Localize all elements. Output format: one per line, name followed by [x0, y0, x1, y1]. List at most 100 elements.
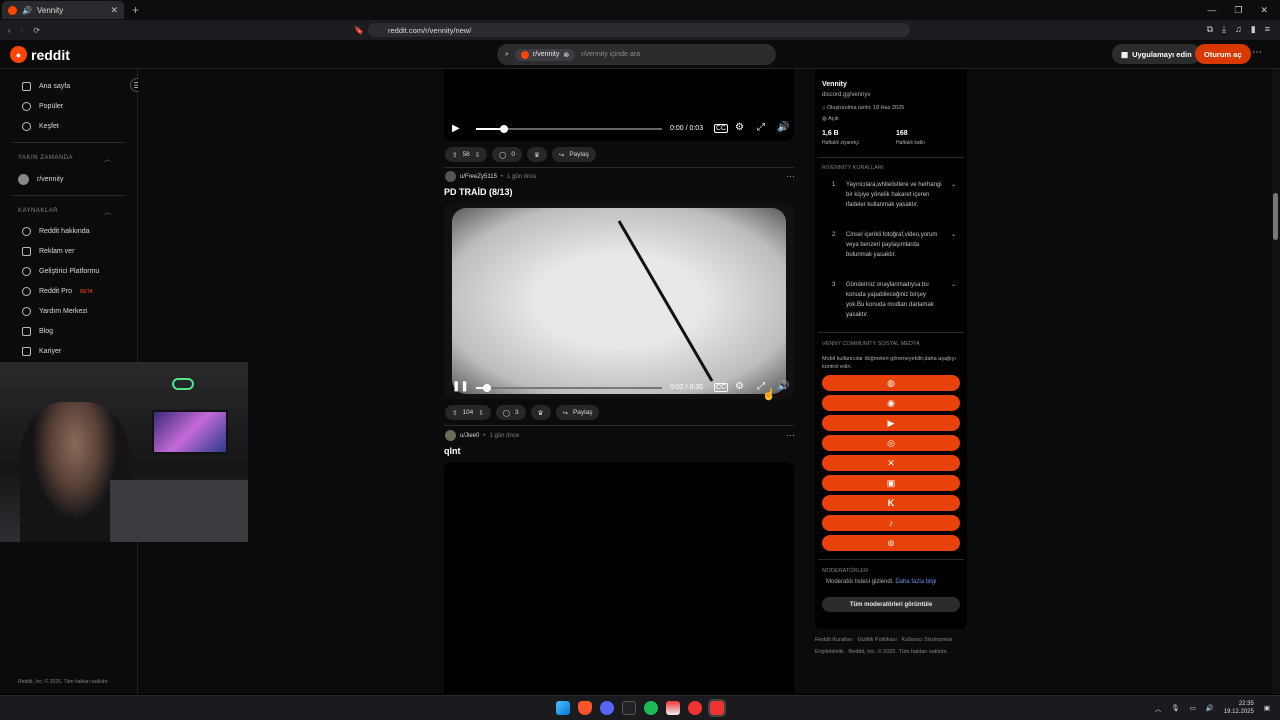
post-options-icon[interactable]: ⋯ [786, 171, 795, 182]
nav-explore[interactable]: Keşfet [22, 122, 59, 131]
resources-header[interactable]: KAYNAKLAR [18, 208, 58, 214]
author-name[interactable]: u/FreeZy5115 [460, 174, 497, 180]
progress-handle[interactable] [483, 384, 491, 392]
chevron-down-icon[interactable]: ⌄ [951, 280, 962, 320]
downvote-icon[interactable]: ⇩ [478, 409, 483, 417]
video-player[interactable] [444, 462, 794, 694]
search-input[interactable]: r/vennity içinde ara [581, 51, 640, 58]
clear-chip-icon[interactable]: ⊗ [563, 51, 569, 59]
footer-link[interactable]: Gizlilik Politikası [858, 637, 897, 643]
chevron-down-icon[interactable]: ⌄ [951, 180, 962, 210]
nav-popular[interactable]: Popüler [22, 102, 63, 111]
reddit-logo[interactable]: ● reddit [10, 46, 70, 63]
resource-blog[interactable]: Blog [22, 327, 53, 336]
vote-pill[interactable]: ⇧ 58 ⇩ [445, 147, 488, 162]
captions-icon[interactable]: CC [714, 383, 729, 392]
resource-about[interactable]: Reddit hakkında [22, 227, 90, 236]
maximize-button[interactable]: ❐ [1234, 5, 1242, 16]
kick-button[interactable]: K [822, 495, 960, 511]
forward-icon[interactable]: › [21, 26, 24, 35]
bookmark-icon[interactable]: 🔖 [354, 26, 364, 35]
vote-pill[interactable]: ⇧ 104 ⇩ [445, 405, 491, 420]
notification-icon[interactable]: ▣ [1264, 704, 1270, 712]
post-options-icon[interactable]: ⋯ [786, 430, 795, 441]
windows-start-icon[interactable] [556, 701, 570, 715]
volume-icon[interactable]: 🔊 [777, 381, 789, 392]
settings-icon[interactable]: ⚙ [735, 122, 744, 133]
progress-handle[interactable] [500, 125, 508, 133]
new-tab-button[interactable]: + [132, 3, 139, 17]
post-title[interactable]: PD TRAİD (8/13) [444, 187, 513, 197]
address-bar[interactable]: reddit.com/r/vennity/new/ [368, 23, 910, 37]
close-tab-icon[interactable]: ✕ [110, 5, 118, 16]
nav-home[interactable]: Ana sayfa [22, 82, 70, 91]
fullscreen-icon[interactable]: ⤢ [757, 122, 765, 133]
recent-item-vennity[interactable]: r/vennity [18, 174, 63, 185]
share-button[interactable]: ↪ Paylaş [555, 405, 600, 420]
comments-button[interactable]: ◯ 0 [492, 147, 523, 162]
view-all-moderators-button[interactable]: Tüm moderatörleri görüntüle [822, 597, 960, 612]
instagram-button[interactable]: ◎ [822, 435, 960, 451]
twitch-button[interactable]: ▣ [822, 475, 960, 491]
scrollbar-thumb[interactable] [1273, 193, 1278, 240]
progress-track[interactable] [476, 387, 662, 389]
rule-item[interactable]: 2 Cinsel içerikli fotoğraf,video,yorum ve… [822, 230, 962, 260]
more-info-link[interactable]: Daha fazla bilgi [895, 579, 936, 585]
downvote-icon[interactable]: ⇩ [475, 151, 480, 159]
back-icon[interactable]: ‹ [8, 26, 11, 35]
close-app-icon[interactable] [688, 701, 702, 715]
resource-pro[interactable]: Reddit Pro BETA [22, 287, 93, 296]
upvote-icon[interactable]: ⇧ [452, 151, 457, 159]
rule-item[interactable]: 3 Gönderiniz onaylanmadıysa bu konuda yap… [822, 280, 962, 320]
download-icon[interactable]: ⤓ [1222, 24, 1226, 35]
chevron-down-icon[interactable]: ⌄ [951, 230, 962, 260]
award-button[interactable]: ♛ [530, 405, 551, 420]
rule-item[interactable]: 1 Yayıncılara,whitelistlere ve herhangi b… [822, 180, 962, 210]
clock[interactable]: 22:35 19.12.2025 [1224, 700, 1254, 716]
extension-icon[interactable]: ⧉ [1207, 24, 1213, 35]
steam-button[interactable]: ⊚ [822, 535, 960, 551]
video-player[interactable] [444, 203, 794, 399]
x-button[interactable]: ✕ [822, 455, 960, 471]
captions-icon[interactable]: CC [714, 124, 729, 133]
volume-icon[interactable]: 🔊 [777, 122, 789, 133]
post-author[interactable]: u/Jiee0 • 1 gün önce [445, 430, 519, 441]
post-author[interactable]: u/FreeZy5115 • 1 gün önce [445, 171, 537, 182]
resource-developer[interactable]: Geliştirici Platformu [22, 267, 99, 276]
settings-icon[interactable]: ⚙ [735, 381, 744, 392]
upvote-icon[interactable]: ⇧ [452, 409, 457, 417]
community-link[interactable]: discord.gg/vennyv [822, 92, 870, 98]
award-button[interactable]: ♛ [527, 147, 547, 162]
comments-button[interactable]: ◯ 3 [495, 405, 526, 420]
more-options-icon[interactable]: ⋯ [1252, 47, 1262, 58]
chevron-up-icon[interactable]: ︿ [104, 207, 111, 217]
post-title[interactable]: qlnt [444, 446, 461, 456]
pause-button[interactable]: ❚❚ [452, 381, 469, 392]
footer-link[interactable]: Kullanıcı Sözleşmesi [902, 637, 953, 643]
resource-help[interactable]: Yardım Merkezi [22, 307, 88, 316]
browser-tab[interactable]: 🔊 Vennity ✕ [2, 1, 124, 19]
active-app-icon[interactable] [708, 699, 726, 717]
volume-icon[interactable]: 🔊 [1206, 704, 1214, 712]
minimize-button[interactable]: — [1207, 5, 1216, 16]
discord-icon[interactable] [600, 701, 614, 715]
resource-advertise[interactable]: Reklam ver [22, 247, 74, 256]
tiktok-button[interactable]: ♪ [822, 515, 960, 531]
spotify-icon[interactable] [644, 701, 658, 715]
brave-browser-icon[interactable] [578, 701, 592, 715]
close-window-button[interactable]: ✕ [1260, 5, 1268, 16]
play-button[interactable]: ▶ [452, 123, 460, 134]
discord-button[interactable]: ◉ [822, 395, 960, 411]
music-icon[interactable]: ♫ [1235, 24, 1242, 35]
terminal-icon[interactable] [622, 701, 636, 715]
app-icon[interactable] [666, 701, 680, 715]
menu-icon[interactable]: ≡ [1265, 24, 1270, 35]
search-bar[interactable]: ⌕ r/vennity ⊗ r/vennity içinde ara [497, 44, 776, 65]
resource-careers[interactable]: Kariyer [22, 347, 61, 356]
network-icon[interactable]: ▭ [1190, 704, 1196, 712]
reload-icon[interactable]: ⟳ [33, 26, 40, 35]
footer-link[interactable]: Reddit Kuralları [815, 637, 853, 643]
author-name[interactable]: u/Jiee0 [460, 433, 479, 439]
footer-link[interactable]: Erişilebilirlik [815, 649, 844, 655]
youtube-button[interactable]: ▶ [822, 415, 960, 431]
